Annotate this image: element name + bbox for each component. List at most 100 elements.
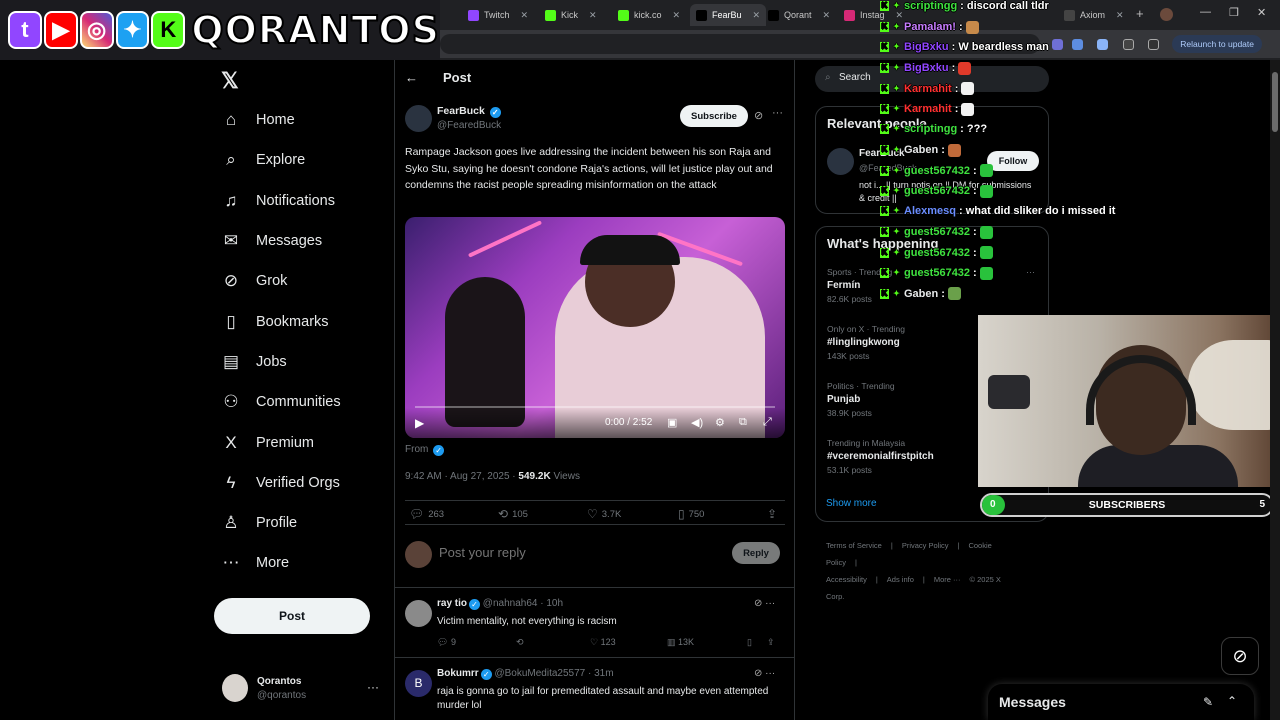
like-action[interactable]: ♡ 123 <box>590 637 616 648</box>
reply-action[interactable]: 💬︎ 263 <box>409 507 444 521</box>
avatar[interactable] <box>827 148 854 175</box>
chat-message: K ✦ scriptingg: discord call tldr <box>880 0 1049 12</box>
play-icon[interactable]: ▶ <box>415 416 424 430</box>
post-meta: 9:42 AM · Aug 27, 2025 · 549.2K Views <box>405 471 580 482</box>
footer-link[interactable]: More ··· <box>934 575 961 584</box>
nav-item-communities[interactable]: ⚇ Communities <box>220 382 390 422</box>
nav-item-verified-orgs[interactable]: ϟ Verified Orgs <box>220 463 390 503</box>
reply-post[interactable]: B Bokumrr ✓ @BokuMedita25577 · 31m raja is … <box>395 657 794 720</box>
minimize-icon[interactable]: — <box>1200 6 1211 18</box>
trend-item[interactable]: Politics · Trending Punjab 38.9K posts <box>827 381 895 418</box>
reply-more-icon[interactable]: ⊘ ··· <box>754 598 775 609</box>
trend-item[interactable]: Only on X · Trending #linglingkwong 143K p… <box>827 324 905 361</box>
tab-close-icon[interactable]: ✕ <box>673 10 681 21</box>
browser-tab[interactable]: kick.co ✕ <box>612 4 686 26</box>
footer-link[interactable]: Accessibility <box>826 575 867 584</box>
messages-dock[interactable]: Messages ✎ ⌃ <box>988 684 1254 720</box>
profile-avatar[interactable] <box>1160 8 1173 21</box>
grok-float-button[interactable]: ⊘ <box>1221 637 1259 675</box>
back-arrow-icon[interactable]: ← <box>405 70 418 85</box>
show-more-link[interactable]: Show more <box>826 498 877 509</box>
nav-item-jobs[interactable]: ▤ Jobs <box>220 342 390 382</box>
browser-tab[interactable]: FearBu ✕ <box>690 4 767 26</box>
footer-link[interactable]: Terms of Service <box>826 541 882 550</box>
badge-icon: ✦ <box>893 268 900 277</box>
reply-more-icon[interactable]: ⊘ ··· <box>754 668 775 679</box>
scrollbar-thumb[interactable] <box>1272 72 1278 132</box>
nav-item-grok[interactable]: ⊘ Grok <box>220 261 390 301</box>
browser-tab[interactable]: Twitch ✕ <box>462 4 534 26</box>
pip-icon[interactable]: ⧉ <box>739 416 747 429</box>
nav-item-notifications[interactable]: ♫ Notifications <box>220 181 390 221</box>
video-player[interactable]: ▶ 0:00 / 2:52 ▣ ◀) ⚙ ⧉ ⤢ <box>405 217 785 438</box>
close-window-icon[interactable]: ✕ <box>1257 6 1266 19</box>
more-options-icon[interactable]: ··· <box>772 107 783 119</box>
more-icon[interactable]: ··· <box>367 680 379 694</box>
expand-chevron-icon[interactable]: ⌃ <box>1227 694 1237 708</box>
avatar[interactable] <box>405 600 432 627</box>
views-action[interactable]: ▥ 13K <box>667 637 694 648</box>
reply-handle: @BokuMedita25577 · 31m <box>494 668 614 679</box>
tab-close-icon[interactable]: ✕ <box>589 10 597 21</box>
nav-item-bookmarks[interactable]: ▯ Bookmarks <box>220 301 390 341</box>
reply-author[interactable]: ray tio <box>437 598 467 609</box>
page-scrollbar[interactable] <box>1270 60 1280 720</box>
reply-action[interactable]: 💬︎ 9 <box>437 637 456 648</box>
avatar[interactable]: B <box>405 670 432 697</box>
side-panel-icon[interactable] <box>1148 39 1159 50</box>
repost-action[interactable]: ⟲ 105 <box>498 507 528 521</box>
nav-item-more[interactable]: ⋯ More <box>220 543 390 583</box>
tab-close-icon[interactable]: ✕ <box>521 10 529 21</box>
reply-post[interactable]: ray tio ✓ @nahnah64 · 10h Victim mentality… <box>395 587 794 657</box>
grok-icon[interactable]: ⊘ <box>754 109 763 122</box>
trend-item[interactable]: Trending in Malaysia #vceremonialfirstpit… <box>827 438 934 475</box>
browser-tab[interactable]: Kick ✕ <box>539 4 603 26</box>
new-tab-icon[interactable]: + <box>1136 6 1144 21</box>
reply-author[interactable]: Bokumrr <box>437 668 479 679</box>
heart-icon: ♡ <box>587 507 598 521</box>
subscribe-button[interactable]: Subscribe <box>680 105 748 127</box>
captions-icon[interactable]: ▣ <box>667 416 677 429</box>
x-logo-icon[interactable]: 𝕏 <box>221 68 239 94</box>
author-handle[interactable]: @FearedBuck <box>437 120 501 131</box>
extensions-puzzle-icon[interactable] <box>1123 39 1134 50</box>
reply-button[interactable]: Reply <box>732 542 780 564</box>
nav-item-messages[interactable]: ✉ Messages <box>220 221 390 261</box>
fullscreen-icon[interactable]: ⤢ <box>763 416 772 429</box>
video-progress-bar[interactable] <box>415 406 775 408</box>
follow-button[interactable]: Follow <box>987 151 1039 171</box>
extension-icon[interactable] <box>1052 39 1063 50</box>
author-avatar[interactable] <box>405 105 432 132</box>
from-label[interactable]: From ✓ <box>405 444 445 456</box>
volume-icon[interactable]: ◀) <box>691 416 703 429</box>
extension-icon[interactable] <box>1072 39 1083 50</box>
reply-icon: 💬︎ <box>437 637 451 647</box>
nav-item-premium[interactable]: X Premium <box>220 422 390 462</box>
like-action[interactable]: ♡ 3.7K <box>587 507 621 521</box>
maximize-icon[interactable]: ❐ <box>1229 6 1239 19</box>
account-switcher[interactable]: Qorantos @qorantos ··· <box>222 674 382 704</box>
bookmark-action[interactable]: ▯ <box>747 637 752 648</box>
reply-input[interactable] <box>439 545 719 560</box>
trend-more-icon[interactable]: ··· <box>1026 267 1035 277</box>
tab-close-icon[interactable]: ✕ <box>753 10 761 21</box>
tab-close-icon[interactable]: ✕ <box>1116 10 1124 21</box>
post-button[interactable]: Post <box>214 598 370 634</box>
extension-icon[interactable] <box>1097 39 1108 50</box>
nav-item-profile[interactable]: ♙ Profile <box>220 503 390 543</box>
settings-icon[interactable]: ⚙ <box>715 416 725 429</box>
footer-link[interactable]: Privacy Policy <box>902 541 949 550</box>
tab-close-icon[interactable]: ✕ <box>823 10 831 21</box>
browser-tab[interactable]: Axiom ✕ <box>1058 4 1130 26</box>
author-name[interactable]: FearBuck ✓ <box>437 105 501 118</box>
relaunch-button[interactable]: Relaunch to update <box>1172 35 1262 53</box>
bookmark-action[interactable]: ▯ 750 <box>678 507 704 521</box>
repost-action[interactable]: ⟲ <box>516 637 524 648</box>
share-action[interactable]: ⇪ <box>767 507 777 521</box>
browser-tab[interactable]: Qorant ✕ <box>762 4 836 26</box>
compose-message-icon[interactable]: ✎ <box>1203 695 1213 709</box>
nav-item-home[interactable]: ⌂ Home <box>220 100 390 140</box>
nav-item-explore[interactable]: ⌕ Explore <box>220 140 390 180</box>
share-action[interactable]: ⇪ <box>767 637 775 648</box>
footer-link[interactable]: Ads info <box>887 575 914 584</box>
